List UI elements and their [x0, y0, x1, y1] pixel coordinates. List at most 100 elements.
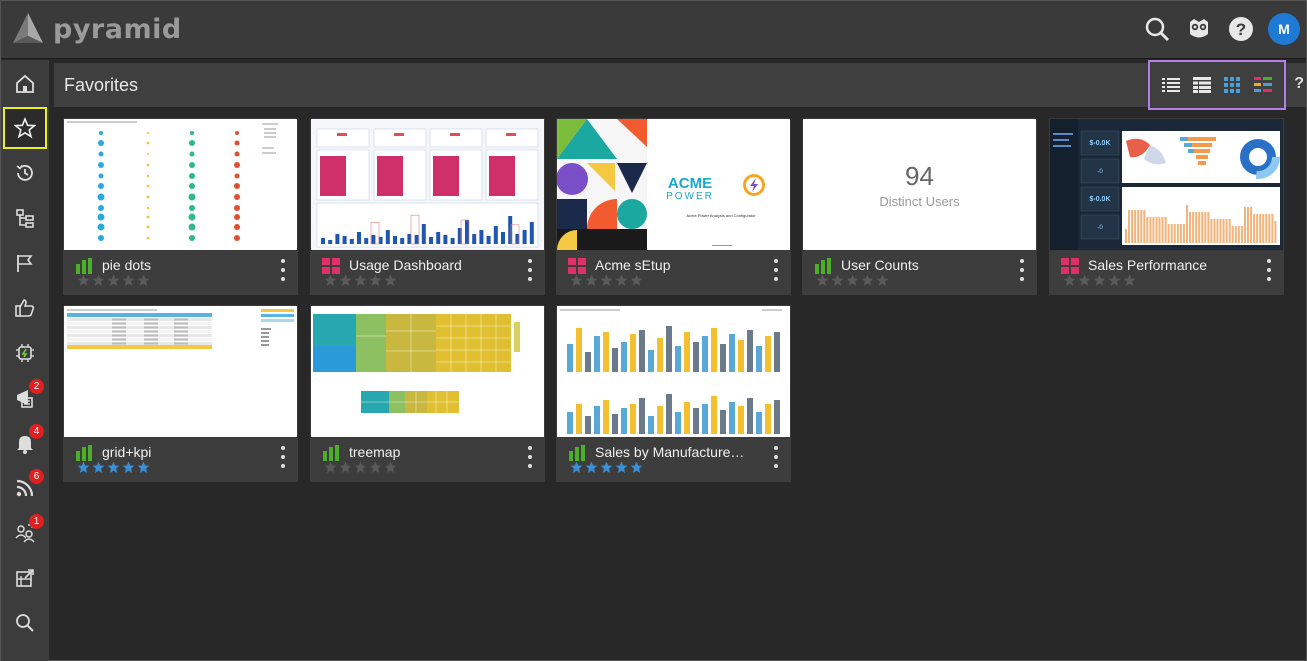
star-icon[interactable] — [339, 274, 352, 287]
card-thumbnail[interactable]: ACME POWER Acme Power Analysis and Confi… — [557, 119, 790, 250]
sidebar-item-publish[interactable]: 2 — [3, 377, 47, 419]
sidebar-item-recent[interactable] — [3, 152, 47, 194]
more-options-button[interactable] — [1019, 259, 1025, 281]
favorite-card[interactable]: pie dots — [63, 118, 298, 295]
favorite-card[interactable]: treemap — [310, 305, 545, 482]
favorite-card[interactable]: grid+kpi — [63, 305, 298, 482]
star-icon[interactable] — [77, 274, 90, 287]
star-icon[interactable] — [600, 274, 613, 287]
sidebar-item-feeds[interactable]: 6 — [3, 467, 47, 509]
more-options-button[interactable] — [773, 259, 779, 281]
rating-stars[interactable] — [816, 274, 889, 287]
star-icon[interactable] — [846, 274, 859, 287]
sidebar-item-search[interactable] — [3, 602, 47, 644]
rating-stars[interactable] — [77, 461, 150, 474]
details-view-button[interactable] — [1190, 73, 1214, 97]
star-icon[interactable] — [137, 274, 150, 287]
card-title[interactable]: Sales by Manufacturer a... — [595, 444, 745, 460]
star-icon[interactable] — [354, 461, 367, 474]
sidebar-item-flags[interactable] — [3, 242, 47, 284]
card-title[interactable]: grid+kpi — [102, 444, 252, 460]
star-icon[interactable] — [585, 274, 598, 287]
more-options-button[interactable] — [527, 259, 533, 281]
tile-view-button[interactable] — [1251, 73, 1275, 97]
star-icon[interactable] — [92, 274, 105, 287]
star-icon[interactable] — [354, 274, 367, 287]
rating-stars[interactable] — [570, 274, 643, 287]
more-options-button[interactable] — [280, 446, 286, 468]
rating-stars[interactable] — [77, 274, 150, 287]
favorite-card[interactable]: $-0.0K -0 $-0.0K -0 Sales Performance — [1049, 118, 1284, 295]
card-thumbnail[interactable]: $-0.0K -0 $-0.0K -0 — [1050, 119, 1283, 250]
card-title[interactable]: Usage Dashboard — [349, 257, 499, 273]
star-icon[interactable] — [122, 274, 135, 287]
star-icon[interactable] — [570, 461, 583, 474]
grid-view-button[interactable] — [1220, 73, 1244, 97]
card-title[interactable]: User Counts — [841, 257, 991, 273]
star-icon[interactable] — [831, 274, 844, 287]
pyramid-logo[interactable]: pyramid — [7, 11, 182, 47]
star-icon[interactable] — [585, 461, 598, 474]
more-options-button[interactable] — [773, 446, 779, 468]
rating-stars[interactable] — [324, 461, 397, 474]
star-icon[interactable] — [107, 274, 120, 287]
rating-stars[interactable] — [324, 274, 397, 287]
star-icon[interactable] — [107, 461, 120, 474]
star-icon[interactable] — [369, 274, 382, 287]
star-icon[interactable] — [122, 461, 135, 474]
sidebar-item-likes[interactable] — [3, 287, 47, 329]
star-icon[interactable] — [1123, 274, 1136, 287]
star-icon[interactable] — [369, 461, 382, 474]
rating-stars[interactable] — [570, 461, 643, 474]
card-thumbnail[interactable] — [311, 306, 544, 437]
more-options-button[interactable] — [1266, 259, 1272, 281]
card-thumbnail[interactable] — [64, 306, 297, 437]
search-icon[interactable] — [1142, 14, 1172, 44]
star-icon[interactable] — [630, 461, 643, 474]
card-title[interactable]: Sales Performance — [1088, 257, 1238, 273]
star-icon[interactable] — [77, 461, 90, 474]
star-icon[interactable] — [324, 274, 337, 287]
card-thumbnail[interactable] — [311, 119, 544, 250]
avatar[interactable]: M — [1268, 13, 1300, 45]
star-icon[interactable] — [1063, 274, 1076, 287]
star-icon[interactable] — [876, 274, 889, 287]
star-icon[interactable] — [137, 461, 150, 474]
sidebar-item-favorites[interactable] — [3, 107, 47, 149]
star-icon[interactable] — [570, 274, 583, 287]
favorite-card[interactable]: 94 Distinct Users User Counts — [802, 118, 1037, 295]
star-icon[interactable] — [615, 274, 628, 287]
star-icon[interactable] — [384, 274, 397, 287]
sidebar-item-content[interactable] — [3, 197, 47, 239]
star-icon[interactable] — [615, 461, 628, 474]
star-icon[interactable] — [861, 274, 874, 287]
favorite-card[interactable]: Usage Dashboard — [310, 118, 545, 295]
card-thumbnail[interactable]: 94 Distinct Users — [803, 119, 1036, 250]
sidebar-item-ai[interactable] — [3, 332, 47, 374]
favorite-card[interactable]: Sales by Manufacturer a... — [556, 305, 791, 482]
star-icon[interactable] — [1108, 274, 1121, 287]
owl-icon[interactable] — [1184, 14, 1214, 44]
star-icon[interactable] — [1078, 274, 1091, 287]
sidebar-item-sharing[interactable]: 1 — [3, 512, 47, 554]
rating-stars[interactable] — [1063, 274, 1136, 287]
star-icon[interactable] — [1093, 274, 1106, 287]
card-thumbnail[interactable] — [64, 119, 297, 250]
sidebar-item-home[interactable] — [3, 63, 47, 105]
card-thumbnail[interactable] — [557, 306, 790, 437]
list-view-button[interactable] — [1159, 73, 1183, 97]
more-options-button[interactable] — [527, 446, 533, 468]
header-help-button[interactable]: ? — [1294, 75, 1304, 93]
star-icon[interactable] — [324, 461, 337, 474]
star-icon[interactable] — [600, 461, 613, 474]
card-title[interactable]: treemap — [349, 444, 499, 460]
sidebar-item-export[interactable] — [3, 557, 47, 599]
star-icon[interactable] — [630, 274, 643, 287]
favorite-card[interactable]: ACME POWER Acme Power Analysis and Confi… — [556, 118, 791, 295]
sidebar-item-alerts[interactable]: 4 — [3, 422, 47, 464]
star-icon[interactable] — [816, 274, 829, 287]
help-icon[interactable]: ? — [1226, 14, 1256, 44]
star-icon[interactable] — [384, 461, 397, 474]
star-icon[interactable] — [339, 461, 352, 474]
star-icon[interactable] — [92, 461, 105, 474]
